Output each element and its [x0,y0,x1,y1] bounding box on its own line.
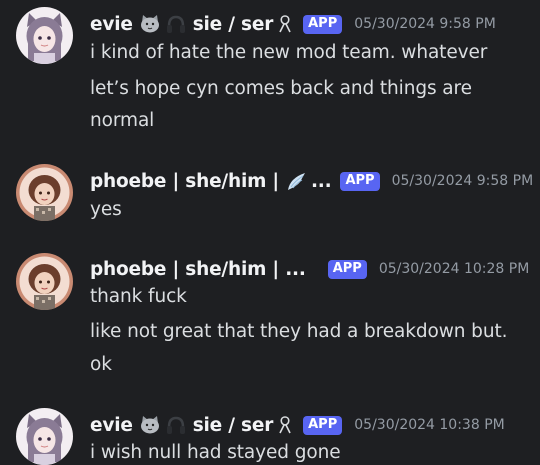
message-text: i kind of hate the new mod team. whateve… [90,42,488,63]
message-text: normal [90,110,155,131]
headphones-icon [165,14,187,34]
message-header: phoebe | she/him | ... APP 05/30/2024 9:… [90,168,533,194]
cat-face-icon [139,14,161,34]
awareness-ribbon-icon [278,14,292,34]
message-header: evie sie / ser [90,412,505,438]
awareness-ribbon-icon [278,415,292,435]
username[interactable]: phoebe | she/him | [90,171,279,192]
avatar[interactable] [16,7,73,64]
app-badge: APP [303,415,343,435]
avatar[interactable] [16,408,73,465]
timestamp: 05/30/2024 10:28 PM [378,261,530,277]
app-badge: APP [327,259,367,279]
wing-icon [285,170,307,192]
message-text: thank fuck [90,286,187,307]
message-header: phoebe | she/him | ... APP 05/30/2024 10… [90,256,529,282]
message-text: like not great that they had a breakdown… [90,321,508,342]
username[interactable]: evie [90,415,133,436]
timestamp: 05/30/2024 10:38 PM [354,417,505,433]
app-badge: APP [303,14,343,34]
avatar[interactable] [16,253,73,310]
timestamp: 05/30/2024 9:58 PM [391,173,534,189]
username-pronouns[interactable]: sie / ser [193,14,274,35]
message-header: evie sie / ser [90,11,496,37]
timestamp: 05/30/2024 9:58 PM [354,16,496,32]
avatar[interactable] [16,164,73,221]
message-text: ok [90,354,112,375]
message-text: let’s hope cyn comes back and things are [90,78,472,99]
message-text: yes [90,199,122,220]
headphones-icon [165,415,187,435]
username[interactable]: phoebe | she/him | ... [90,259,306,280]
cat-face-icon [139,415,161,435]
app-badge: APP [340,171,380,191]
username-pronouns[interactable]: sie / ser [193,415,274,436]
message-text: i wish null had stayed gone [90,442,341,463]
username-ellipsis: ... [310,170,332,192]
chat-message-list: evie sie / ser APP 05/30/2024 9:58 PM i … [0,0,540,465]
username[interactable]: evie [90,14,133,35]
